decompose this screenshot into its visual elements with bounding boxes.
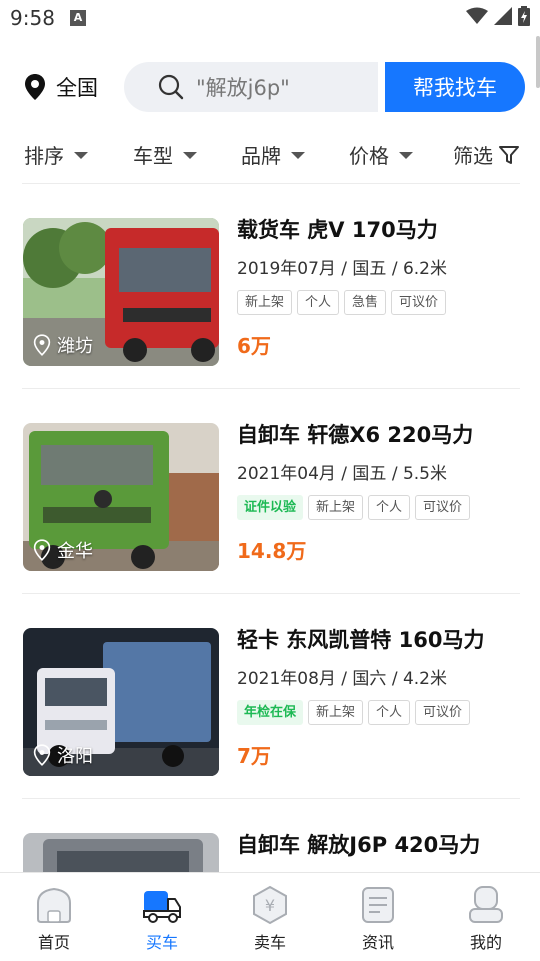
filter-price[interactable]: 价格 (349, 140, 413, 169)
news-icon (362, 887, 394, 923)
wifi-icon (466, 7, 488, 24)
tab-sell-car[interactable]: ¥ 卖车 (216, 873, 324, 961)
thumb-location: 潍坊 (33, 332, 93, 358)
location-pin-icon (33, 744, 51, 766)
search-input[interactable]: "解放j6p" (124, 62, 378, 112)
listing-meta: 2019年07月 / 国五 / 6.2米 (237, 259, 448, 279)
listing-card[interactable]: 自卸车 解放J6P 420马力 (0, 799, 540, 872)
home-icon (37, 887, 71, 923)
listing-tag-inspection: 年检在保 (237, 700, 304, 725)
signal-icon (494, 7, 512, 25)
listing-tag: 新上架 (237, 290, 293, 315)
listing-tags: 年检在保 新上架 个人 可议价 (237, 700, 471, 725)
bottom-tab-bar: 首页 买车 ¥ 卖车 资讯 我的 (0, 872, 540, 960)
listing-city: 金华 (57, 541, 93, 562)
filter-brand[interactable]: 品牌 (241, 140, 305, 169)
listing-city: 潍坊 (57, 336, 93, 357)
sell-icon: ¥ (253, 885, 287, 925)
tab-buy-car[interactable]: 买车 (108, 873, 216, 961)
caret-down-icon (291, 152, 305, 159)
filter-label: 排序 (24, 144, 64, 168)
listing-title: 轻卡 东风凯普特 160马力 (237, 628, 485, 652)
find-car-button[interactable]: 帮我找车 (385, 62, 525, 112)
listing-tag: 可议价 (391, 290, 447, 315)
listing-tag: 新上架 (308, 495, 364, 520)
tab-label: 卖车 (253, 933, 286, 952)
caret-down-icon (74, 152, 88, 159)
listing-tag: 个人 (368, 700, 411, 725)
caret-down-icon (183, 152, 197, 159)
svg-text:¥: ¥ (265, 896, 275, 915)
filter-label: 车型 (133, 144, 173, 168)
truck-icon (143, 891, 181, 923)
location-pin-icon (33, 334, 51, 356)
listing-tag: 可议价 (415, 700, 471, 725)
listing-title: 载货车 虎V 170马力 (237, 218, 438, 242)
filter-more[interactable]: 筛选 (453, 140, 519, 169)
status-time: 9:58 (10, 6, 55, 30)
system-icons (466, 6, 530, 26)
search-icon (158, 74, 184, 100)
caret-down-icon (399, 152, 413, 159)
filter-label: 品牌 (241, 144, 281, 168)
profile-icon (469, 886, 503, 923)
listing-tag: 个人 (297, 290, 340, 315)
location-selector[interactable]: 全国 (24, 72, 98, 102)
notification-icon: A (70, 10, 86, 26)
listing-city: 洛阳 (57, 746, 93, 767)
tab-label: 我的 (469, 933, 502, 952)
listing-tag: 新上架 (308, 700, 364, 725)
tab-label: 资讯 (361, 933, 394, 952)
filter-sort[interactable]: 排序 (24, 140, 88, 169)
thumb-location: 金华 (33, 537, 93, 563)
listing-title: 自卸车 解放J6P 420马力 (237, 833, 481, 857)
tab-label: 首页 (37, 933, 70, 952)
listing-list: 潍坊 载货车 虎V 170马力 2019年07月 / 国五 / 6.2米 新上架… (0, 184, 540, 872)
search-placeholder: "解放j6p" (196, 76, 290, 100)
location-pin-icon (25, 74, 45, 100)
filter-bar: 排序 车型 品牌 价格 筛选 (0, 134, 540, 174)
tab-profile[interactable]: 我的 (432, 873, 540, 961)
listing-price: 6万 (237, 334, 271, 358)
tab-news[interactable]: 资讯 (324, 873, 432, 961)
listing-tag: 个人 (368, 495, 411, 520)
listing-title: 自卸车 轩德X6 220马力 (237, 423, 474, 447)
listing-card[interactable]: 金华 自卸车 轩德X6 220马力 2021年04月 / 国五 / 5.5米 证… (0, 389, 540, 594)
listing-tag: 急售 (344, 290, 387, 315)
location-label: 全国 (56, 76, 98, 100)
filter-label: 价格 (349, 144, 389, 168)
filter-vehicle-type[interactable]: 车型 (133, 140, 197, 169)
thumb-location: 洛阳 (33, 742, 93, 768)
funnel-icon (499, 145, 519, 164)
location-pin-icon (33, 539, 51, 561)
status-bar: 9:58 A (0, 0, 540, 36)
filter-label: 筛选 (453, 144, 493, 168)
listing-price: 14.8万 (237, 539, 307, 563)
listing-price: 7万 (237, 744, 271, 768)
listing-tag-verified: 证件以验 (237, 495, 304, 520)
vehicle-photo: 洛阳 (23, 628, 219, 776)
vehicle-photo: 潍坊 (23, 218, 219, 366)
tab-label: 买车 (145, 933, 178, 952)
listing-card[interactable]: 洛阳 轻卡 东风凯普特 160马力 2021年08月 / 国六 / 4.2米 年… (0, 594, 540, 799)
listing-tag: 可议价 (415, 495, 471, 520)
header: 全国 "解放j6p" 帮我找车 (0, 60, 540, 114)
listing-tags: 新上架 个人 急售 可议价 (237, 290, 447, 315)
vehicle-photo: 金华 (23, 423, 219, 571)
listing-card[interactable]: 潍坊 载货车 虎V 170马力 2019年07月 / 国五 / 6.2米 新上架… (0, 184, 540, 389)
tab-home[interactable]: 首页 (0, 873, 108, 961)
vehicle-photo (23, 833, 219, 872)
battery-icon (518, 6, 530, 26)
listing-meta: 2021年08月 / 国六 / 4.2米 (237, 669, 448, 689)
listing-meta: 2021年04月 / 国五 / 5.5米 (237, 464, 448, 484)
listing-tags: 证件以验 新上架 个人 可议价 (237, 495, 471, 520)
